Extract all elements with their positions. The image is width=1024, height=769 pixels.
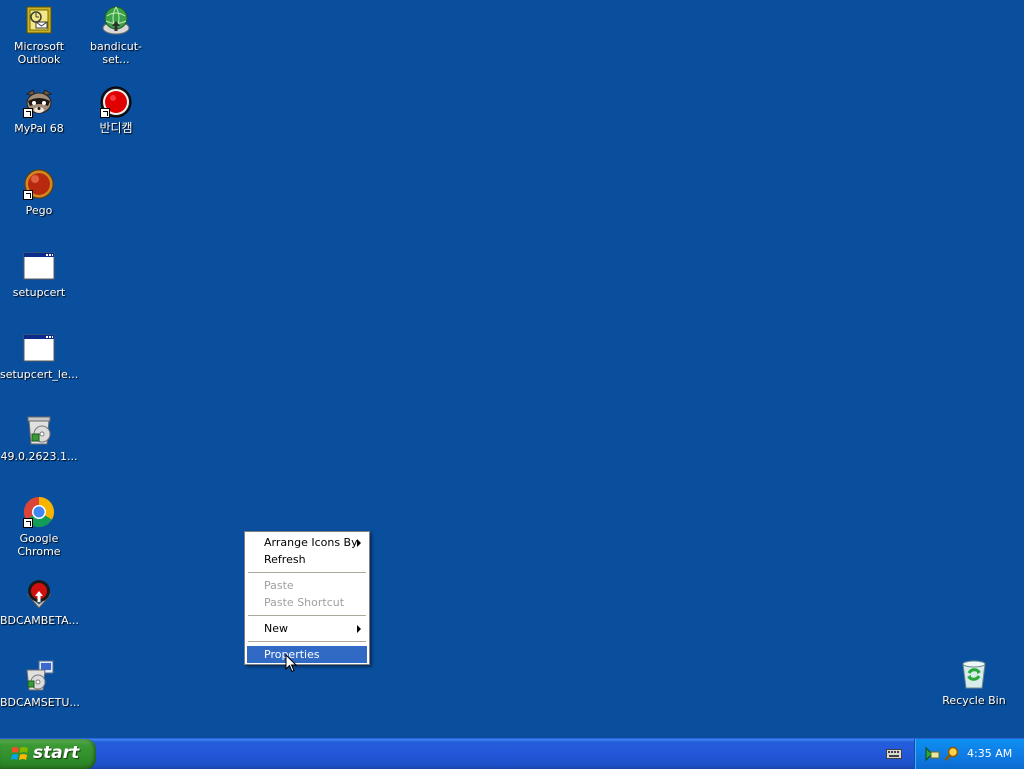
menu-item-paste-shortcut[interactable]: Paste Shortcut	[247, 594, 367, 611]
desktop-icon-label: setupcert_le...	[0, 368, 79, 381]
bandicam-record-icon	[100, 86, 132, 118]
start-label: start	[33, 743, 80, 763]
desktop-icon-bandicut-setup[interactable]: bandicut-set...	[77, 2, 155, 66]
system-tray: 4:35 AM	[914, 739, 1024, 769]
application-window-icon	[23, 332, 55, 364]
search-icon[interactable]	[944, 746, 960, 762]
mouse-pointer-icon	[285, 653, 299, 674]
desktop-icon-label: bandicut-set...	[89, 40, 143, 66]
installer-globe-icon	[100, 4, 132, 36]
menu-item-label: Refresh	[264, 553, 306, 566]
desktop-icon-label: BDCAMSETU...	[0, 696, 80, 709]
menu-separator	[248, 615, 366, 616]
menu-item-label: Paste	[264, 579, 294, 592]
menu-item-label: Arrange Icons By	[264, 536, 358, 549]
desktop-icon-bandicam[interactable]: 반디캠	[77, 84, 155, 135]
pego-orb-icon	[23, 168, 55, 200]
desktop-icon-outlook[interactable]: Microsoft Outlook	[0, 2, 78, 66]
desktop-icon-bdcambeta[interactable]: BDCAMBETA...	[0, 576, 79, 627]
menu-item-refresh[interactable]: Refresh	[247, 551, 367, 568]
start-button[interactable]: start	[0, 739, 96, 769]
clock[interactable]: 4:35 AM	[967, 747, 1012, 760]
keyboard-icon[interactable]	[886, 748, 902, 760]
desktop-context-menu: Arrange Icons By Refresh Paste Paste Sho…	[244, 531, 370, 665]
desktop-icon-pego[interactable]: Pego	[0, 166, 78, 217]
network-icon[interactable]	[924, 746, 940, 762]
desktop-icon-label: Recycle Bin	[942, 694, 1006, 707]
desktop-icon-bdcamsetup[interactable]: BDCAMSETU...	[0, 658, 80, 709]
desktop-icon-mypal[interactable]: MyPal 68	[0, 84, 78, 135]
taskbar: start 4:35 AM	[0, 738, 1024, 769]
desktop-icon-label: Microsoft Outlook	[13, 40, 65, 66]
menu-item-label: Paste Shortcut	[264, 596, 345, 609]
desktop-icon-label: setupcert	[12, 286, 66, 299]
desktop-icon-label: 반디캠	[99, 121, 133, 135]
application-window-icon	[23, 250, 55, 282]
menu-item-new[interactable]: New	[247, 620, 367, 637]
outlook-icon	[23, 4, 55, 36]
desktop-icon-chrome-setup[interactable]: 49.0.2623.1...	[0, 412, 78, 463]
raccoon-icon	[23, 86, 55, 118]
menu-item-paste[interactable]: Paste	[247, 577, 367, 594]
desktop-icon-label: Google Chrome	[17, 532, 61, 558]
shortcut-arrow-icon	[100, 108, 110, 118]
desktop-icon-recycle-bin[interactable]: Recycle Bin	[935, 656, 1013, 707]
desktop-icon-label: Pego	[25, 204, 53, 217]
menu-item-arrange-icons-by[interactable]: Arrange Icons By	[247, 534, 367, 551]
menu-separator	[248, 572, 366, 573]
shortcut-arrow-icon	[23, 108, 33, 118]
submenu-arrow-icon	[357, 539, 361, 547]
desktop-icon-label: 49.0.2623.1...	[0, 450, 78, 463]
desktop-icon-label: MyPal 68	[14, 122, 64, 135]
desktop-icon-setupcert[interactable]: setupcert	[0, 248, 78, 299]
menu-item-properties[interactable]: Properties	[247, 646, 367, 663]
windows-logo-icon	[11, 747, 28, 760]
bandicam-installer-icon	[23, 578, 55, 610]
desktop-icon-label: BDCAMBETA...	[0, 614, 79, 627]
shortcut-arrow-icon	[23, 190, 33, 200]
setup-package-icon	[23, 660, 55, 692]
chrome-icon	[23, 496, 55, 528]
menu-item-label: New	[264, 622, 288, 635]
setup-package-icon	[23, 414, 55, 446]
shortcut-arrow-icon	[23, 518, 33, 528]
desktop[interactable]: Microsoft Outlook bandicut-set... MyPal …	[0, 0, 1024, 738]
recycle-bin-icon	[958, 658, 990, 690]
submenu-arrow-icon	[357, 625, 361, 633]
menu-separator	[248, 641, 366, 642]
desktop-icon-setupcert-le[interactable]: setupcert_le...	[0, 330, 78, 381]
desktop-icon-google-chrome[interactable]: Google Chrome	[0, 494, 78, 558]
